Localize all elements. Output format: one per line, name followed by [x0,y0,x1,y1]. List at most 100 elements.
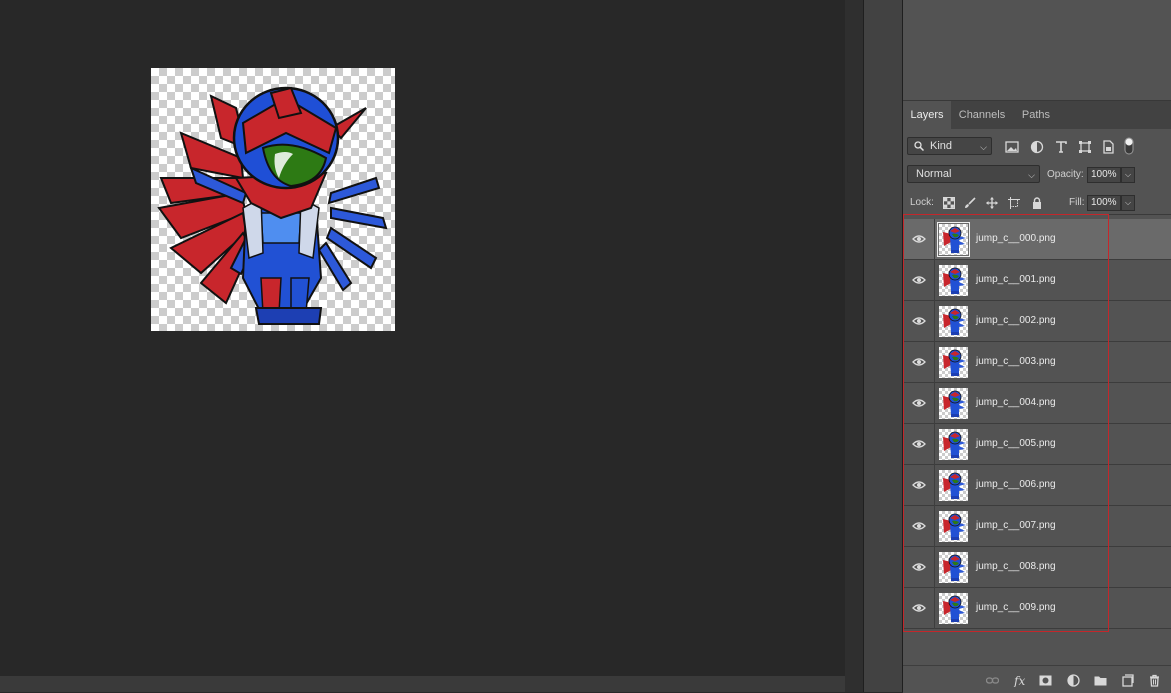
layer-thumbnail[interactable] [939,593,968,624]
document-canvas[interactable] [151,68,395,331]
filter-toggle-icon[interactable] [1124,137,1134,155]
fx-icon[interactable]: fx [1013,674,1029,687]
layer-thumbnail-art [943,472,966,499]
kind-filter-dropdown[interactable]: Kind ⌵ [907,137,992,155]
opacity-slider-toggle[interactable]: ⌵ [1121,167,1135,183]
fill-slider-toggle[interactable]: ⌵ [1121,195,1135,211]
layer-thumbnail[interactable] [939,511,968,542]
visibility-eye-icon[interactable] [912,520,926,532]
visibility-divider [934,342,935,383]
fill-input[interactable]: 100% [1087,195,1121,211]
visibility-divider [934,219,935,260]
layer-name[interactable]: jump_c__001.png [976,274,1056,285]
layer-name[interactable]: jump_c__004.png [976,397,1056,408]
link-layers-icon[interactable] [986,674,999,687]
new-layer-icon[interactable] [1121,674,1134,687]
layer-row[interactable]: jump_c__004.png [903,383,1171,424]
layer-name[interactable]: jump_c__006.png [976,479,1056,490]
visibility-divider [934,383,935,424]
visibility-divider [934,301,935,342]
lock-image-pixels-icon[interactable] [964,197,976,209]
layer-row[interactable]: jump_c__002.png [903,301,1171,342]
visibility-eye-icon[interactable] [912,315,926,327]
layer-name[interactable]: jump_c__002.png [976,315,1056,326]
shape-filter-icon[interactable] [1078,140,1092,154]
layer-thumbnail[interactable] [939,306,968,337]
layer-row[interactable]: jump_c__003.png [903,342,1171,383]
layer-row[interactable]: jump_c__008.png [903,547,1171,588]
layer-thumbnail-art [943,226,966,253]
adjustment-layer-icon[interactable] [1067,674,1080,687]
visibility-eye-icon[interactable] [912,356,926,368]
image-filter-icon[interactable] [1005,140,1019,154]
blend-mode-value: Normal [916,168,952,180]
delete-layer-icon[interactable] [1148,674,1161,687]
lock-all-icon[interactable] [1031,197,1043,209]
visibility-eye-icon[interactable] [912,479,926,491]
search-icon [914,141,924,151]
layer-thumbnail-art [943,513,966,540]
layer-row[interactable]: jump_c__005.png [903,424,1171,465]
prevent-auto-nesting-icon[interactable] [1008,197,1020,209]
layer-row[interactable]: jump_c__009.png [903,588,1171,629]
lock-transparent-pixels-icon[interactable] [943,197,955,209]
layer-name[interactable]: jump_c__009.png [976,602,1056,613]
type-filter-icon[interactable] [1054,140,1068,154]
layer-thumbnail[interactable] [939,552,968,583]
visibility-divider [934,260,935,301]
tab-layers[interactable]: Layers [903,101,951,129]
layer-thumbnail[interactable] [937,222,970,257]
visibility-divider [934,465,935,506]
layer-thumbnail[interactable] [939,429,968,460]
layers-panel-footer: fx [903,665,1171,693]
layer-row[interactable]: jump_c__007.png [903,506,1171,547]
panel-gutter [845,0,863,692]
horizontal-scrollbar[interactable] [0,676,845,692]
layer-thumbnail[interactable] [939,265,968,296]
layer-name[interactable]: jump_c__007.png [976,520,1056,531]
layer-thumbnail[interactable] [939,347,968,378]
layer-name[interactable]: jump_c__003.png [976,356,1056,367]
collapsed-panel-dock[interactable] [863,0,903,692]
upper-panel-area [903,0,1171,101]
lock-fill-row: Lock: Fill: 100% ⌵ [903,192,1171,215]
visibility-eye-icon[interactable] [912,274,926,286]
tab-paths[interactable]: Paths [1013,101,1059,129]
kind-filter-label: Kind [930,140,953,152]
fill-label: Fill: [1069,197,1085,208]
panel-tabs: Layers Channels Paths [903,101,1171,129]
opacity-input[interactable]: 100% [1087,167,1121,183]
visibility-divider [934,506,935,547]
layer-row[interactable]: jump_c__001.png [903,260,1171,301]
layer-name[interactable]: jump_c__000.png [976,233,1056,244]
visibility-eye-icon[interactable] [912,561,926,573]
layer-thumbnail-art [943,595,966,622]
document-canvas-area[interactable] [0,0,845,676]
layer-name[interactable]: jump_c__008.png [976,561,1056,572]
layer-filter-row: Kind ⌵ [903,134,1171,160]
adjustment-filter-icon[interactable] [1030,140,1044,154]
layer-mask-icon[interactable] [1039,674,1052,687]
tab-channels[interactable]: Channels [951,101,1013,129]
smart-object-filter-icon[interactable] [1101,140,1115,154]
chevron-down-icon: ⌵ [1028,170,1035,180]
layer-thumbnail-art [943,308,966,335]
layer-row[interactable]: jump_c__006.png [903,465,1171,506]
layers-panel-dock: Layers Channels Paths Kind ⌵ Normal ⌵ Op… [903,0,1171,693]
visibility-eye-icon[interactable] [912,602,926,614]
layer-row[interactable]: jump_c__000.png [903,219,1171,260]
layer-thumbnail-art [943,349,966,376]
layer-thumbnail[interactable] [939,470,968,501]
lock-position-icon[interactable] [986,197,998,209]
layer-thumbnail[interactable] [939,388,968,419]
visibility-eye-icon[interactable] [912,438,926,450]
layer-name[interactable]: jump_c__005.png [976,438,1056,449]
visibility-eye-icon[interactable] [912,233,926,245]
opacity-label: Opacity: [1047,169,1084,180]
layer-thumbnail-art [943,431,966,458]
new-group-icon[interactable] [1094,674,1107,687]
layer-thumbnail-art [943,267,966,294]
blend-mode-dropdown[interactable]: Normal ⌵ [907,165,1040,183]
visibility-eye-icon[interactable] [912,397,926,409]
blend-opacity-row: Normal ⌵ Opacity: 100% ⌵ [903,164,1171,186]
